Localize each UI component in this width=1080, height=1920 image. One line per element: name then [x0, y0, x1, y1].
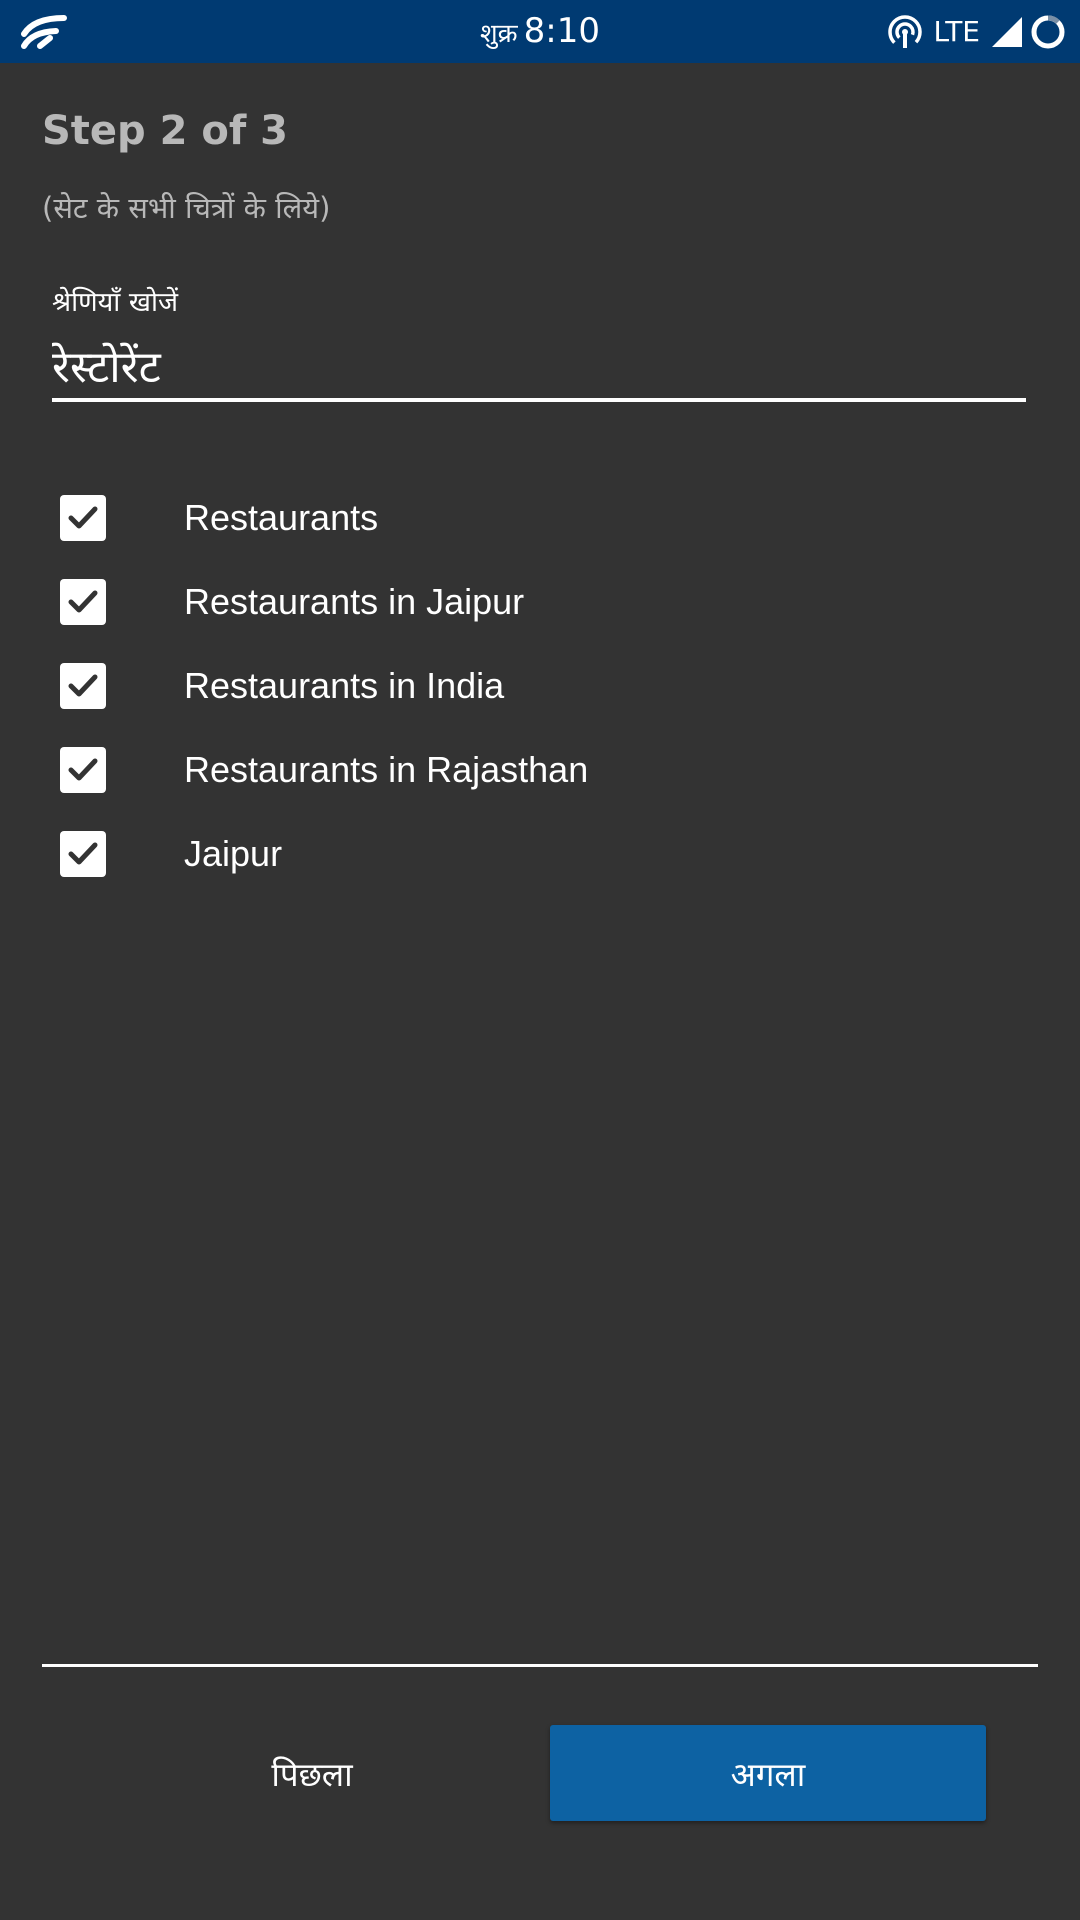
category-list: Restaurants Restaurants in Jaipur Restau…: [60, 476, 1020, 896]
category-item-restaurants-in-jaipur[interactable]: Restaurants in Jaipur: [60, 560, 1020, 644]
network-type: LTE: [933, 15, 980, 48]
step-indicator: Step 2 of 3: [42, 108, 289, 154]
category-label: Restaurants in Jaipur: [184, 581, 525, 622]
category-item-restaurants-in-india[interactable]: Restaurants in India: [60, 644, 1020, 728]
checkbox-checked-icon[interactable]: [60, 831, 106, 877]
next-button[interactable]: अगला: [550, 1725, 986, 1821]
hotspot-icon: [888, 14, 923, 49]
category-item-jaipur[interactable]: Jaipur: [60, 812, 1020, 896]
category-label: Restaurants in Rajasthan: [184, 749, 589, 790]
sync-icon: [1031, 15, 1065, 48]
checkbox-checked-icon[interactable]: [60, 663, 106, 709]
status-day: शुक्र: [479, 19, 518, 49]
category-label: Restaurants: [184, 497, 379, 538]
signal-icon: [992, 16, 1022, 47]
category-label: Restaurants in India: [184, 665, 505, 706]
category-item-restaurants[interactable]: Restaurants: [60, 476, 1020, 560]
step-subtitle: (सेट के सभी चित्रों के लिये): [42, 191, 331, 225]
category-label: Jaipur: [184, 833, 283, 874]
status-icons: LTE: [887, 0, 1066, 63]
category-item-restaurants-in-rajasthan[interactable]: Restaurants in Rajasthan: [60, 728, 1020, 812]
checkbox-checked-icon[interactable]: [60, 579, 106, 625]
footer-divider: [42, 1664, 1038, 1667]
status-time: 8:10: [523, 11, 600, 51]
checkbox-checked-icon[interactable]: [60, 747, 106, 793]
search-field-label: श्रेणियाँ खोजें: [52, 287, 178, 318]
status-bar: शुक्र 8:10 LTE: [0, 0, 1080, 63]
search-input[interactable]: [52, 332, 1026, 402]
previous-button[interactable]: पिछला: [100, 1725, 524, 1821]
checkbox-checked-icon[interactable]: [60, 495, 106, 541]
